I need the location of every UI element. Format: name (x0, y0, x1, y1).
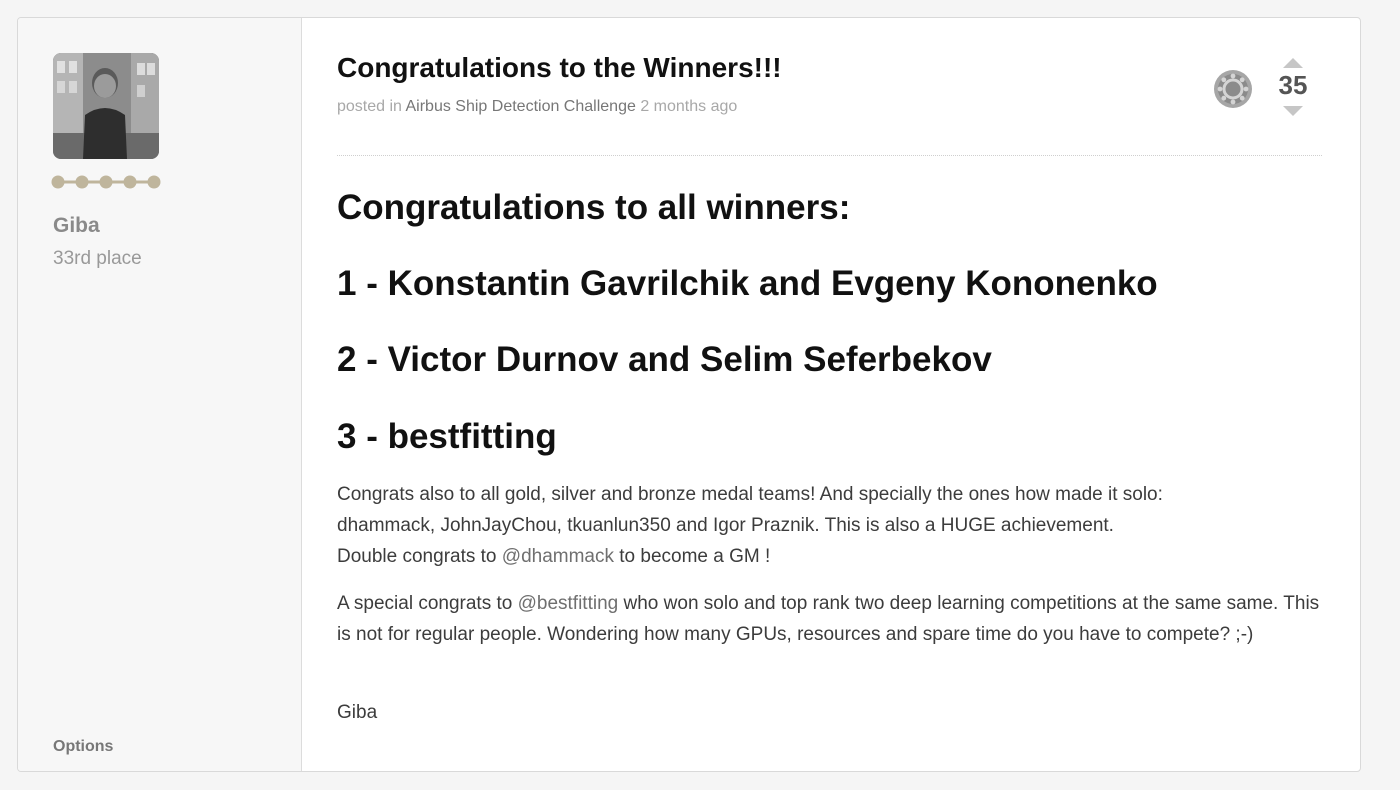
divider (337, 155, 1322, 156)
mention-link[interactable]: @bestfitting (518, 593, 619, 614)
paragraph-text: A special congrats to (337, 593, 513, 614)
paragraph-line: dhammack, JohnJayChou, tkuanlun350 and I… (337, 515, 1114, 536)
winners-heading: Congratulations to all winners: (337, 188, 851, 227)
post-title: Congratulations to the Winners!!! (337, 52, 782, 83)
mention-link[interactable]: @dhammack (502, 546, 614, 567)
paragraph-line: Double congrats to (337, 546, 497, 567)
special-congrats-paragraph: A special congrats to @bestfitting who w… (337, 588, 1327, 650)
post-meta: posted in Airbus Ship Detection Challeng… (337, 98, 737, 116)
congrats-paragraph: Congrats also to all gold, silver and br… (337, 479, 1327, 572)
post-time: 2 months ago (640, 98, 738, 115)
options-button[interactable]: Options (53, 738, 113, 756)
vote-count: 35 (1278, 70, 1308, 100)
medal-icon (1214, 70, 1252, 108)
author-rank: 33rd place (53, 248, 142, 269)
paragraph-line: to become a GM ! (619, 546, 771, 567)
avatar[interactable] (53, 53, 159, 159)
downvote-icon[interactable] (1283, 106, 1303, 116)
paragraph-line: Congrats also to all gold, silver and br… (337, 484, 1163, 505)
upvote-icon[interactable] (1283, 58, 1303, 68)
meta-prefix: posted in (337, 98, 402, 115)
tier-progress-icon (51, 175, 161, 189)
competition-link[interactable]: Airbus Ship Detection Challenge (406, 98, 636, 115)
vote-widget: 35 (1270, 58, 1316, 118)
signature: Giba (337, 702, 378, 723)
second-place-heading: 2 - Victor Durnov and Selim Seferbekov (337, 340, 992, 379)
author-name[interactable]: Giba (53, 214, 100, 238)
author-sidebar: Giba 33rd place Options (18, 18, 302, 771)
discussion-post-card: Giba 33rd place Options Congratulations … (17, 17, 1361, 772)
third-place-heading: 3 - bestfitting (337, 417, 557, 456)
first-place-heading: 1 - Konstantin Gavrilchik and Evgeny Kon… (337, 264, 1158, 303)
avatar-photo (53, 53, 159, 159)
post-content: Congratulations to the Winners!!! posted… (302, 18, 1360, 771)
